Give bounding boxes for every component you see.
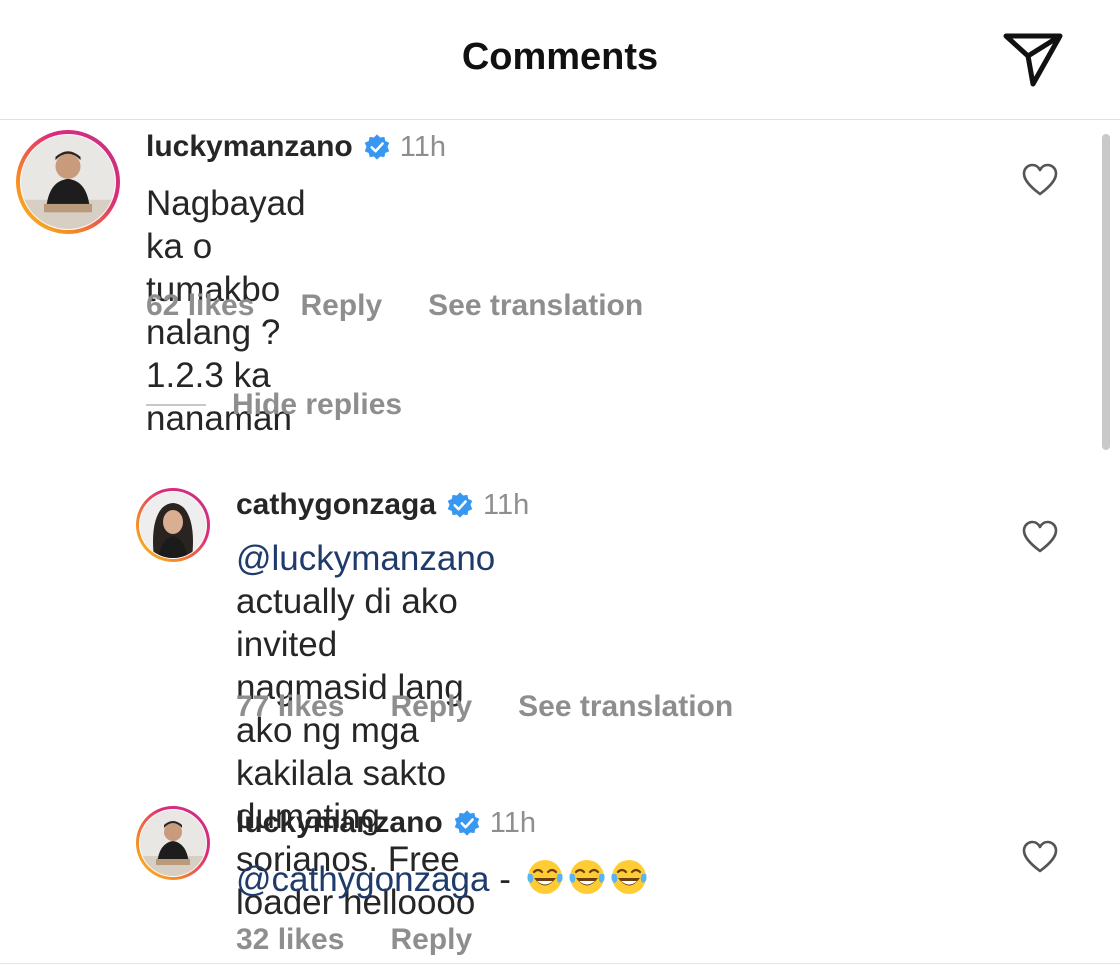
reply-button[interactable]: Reply bbox=[390, 923, 472, 957]
like-heart-icon[interactable] bbox=[1022, 520, 1058, 554]
likes-count[interactable]: 32 likes bbox=[236, 923, 344, 957]
hide-replies-toggle[interactable]: Hide replies bbox=[146, 388, 402, 422]
see-translation-button[interactable]: See translation bbox=[428, 289, 643, 323]
reply-timestamp: 11h bbox=[489, 806, 536, 839]
reply-body: - bbox=[489, 860, 521, 899]
hide-replies-line bbox=[146, 404, 206, 406]
laughing-crying-emoji-icon bbox=[527, 860, 563, 894]
reply-username[interactable]: luckymanzano bbox=[236, 806, 443, 840]
comments-header: Comments bbox=[0, 0, 1120, 120]
laughing-crying-emoji-icon bbox=[569, 860, 605, 894]
hide-replies-label: Hide replies bbox=[232, 388, 403, 421]
reply-button[interactable]: Reply bbox=[300, 289, 382, 323]
profile-photo-icon bbox=[140, 492, 206, 558]
mention-link[interactable]: @cathygonzaga bbox=[236, 860, 489, 899]
comment-timestamp: 11h bbox=[399, 130, 446, 163]
likes-count[interactable]: 77 likes bbox=[236, 690, 344, 724]
laughing-crying-emoji-icon bbox=[611, 860, 647, 894]
divider bbox=[0, 963, 1120, 964]
scrollbar[interactable] bbox=[1102, 134, 1110, 450]
page-title: Comments bbox=[461, 36, 659, 78]
reply-button[interactable]: Reply bbox=[390, 690, 472, 724]
see-translation-button[interactable]: See translation bbox=[518, 690, 733, 724]
reply-timestamp: 11h bbox=[483, 488, 530, 521]
avatar[interactable] bbox=[136, 806, 210, 880]
mention-link[interactable]: @luckymanzano bbox=[236, 539, 495, 578]
like-heart-icon[interactable] bbox=[1022, 163, 1058, 197]
like-heart-icon[interactable] bbox=[1022, 840, 1058, 874]
avatar[interactable] bbox=[136, 488, 210, 562]
comment-username[interactable]: luckymanzano bbox=[146, 130, 353, 164]
profile-photo-icon bbox=[21, 135, 115, 229]
verified-badge-icon bbox=[447, 492, 473, 518]
likes-count[interactable]: 62 likes bbox=[146, 289, 254, 323]
avatar[interactable] bbox=[16, 130, 120, 234]
reply-username[interactable]: cathygonzaga bbox=[236, 488, 436, 522]
reply-text: @cathygonzaga - bbox=[236, 857, 649, 901]
verified-badge-icon bbox=[454, 810, 479, 836]
profile-photo-icon bbox=[140, 810, 206, 876]
send-icon[interactable] bbox=[1002, 30, 1064, 88]
verified-badge-icon bbox=[364, 134, 389, 160]
